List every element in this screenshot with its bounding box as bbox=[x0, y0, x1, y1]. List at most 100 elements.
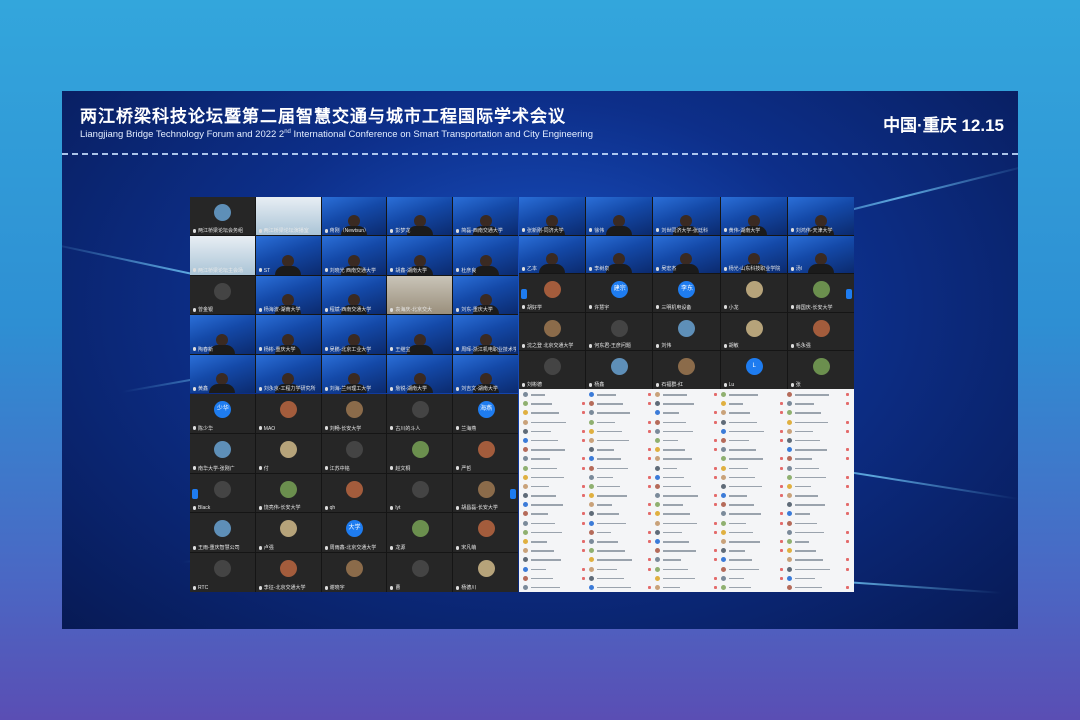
participant-list-row[interactable] bbox=[655, 409, 719, 416]
participant-list-row[interactable] bbox=[787, 455, 851, 462]
video-tile[interactable]: 周晖-浙江机电职业技术学院 bbox=[453, 315, 518, 354]
participant-list-row[interactable] bbox=[589, 474, 653, 481]
participant-list-row[interactable] bbox=[523, 474, 587, 481]
video-tile[interactable]: 曾金银 bbox=[190, 275, 255, 315]
participant-list-row[interactable] bbox=[589, 547, 653, 554]
participant-list-row[interactable] bbox=[721, 556, 785, 563]
participant-list-row[interactable] bbox=[787, 391, 851, 398]
participant-list-row[interactable] bbox=[655, 446, 719, 453]
participant-list-row[interactable] bbox=[655, 474, 719, 481]
participant-list-row[interactable] bbox=[787, 474, 851, 481]
participant-list-row[interactable] bbox=[523, 566, 587, 573]
video-tile[interactable]: 杨海波-湖南大学 bbox=[255, 275, 321, 315]
video-tile[interactable]: 卢强 bbox=[255, 513, 321, 553]
participant-list-row[interactable] bbox=[787, 428, 851, 435]
participant-list-row[interactable] bbox=[787, 556, 851, 563]
video-tile[interactable]: 詹锐-湖南大学 bbox=[387, 354, 453, 393]
participant-list-row[interactable] bbox=[589, 465, 653, 472]
video-tile[interactable]: 刘畅-长安大学 bbox=[321, 394, 387, 433]
participant-list-row[interactable] bbox=[523, 501, 587, 508]
participant-list-row[interactable] bbox=[523, 492, 587, 499]
participant-list-row[interactable] bbox=[523, 400, 587, 407]
participant-list-row[interactable] bbox=[721, 575, 785, 582]
video-tile[interactable]: 付 bbox=[255, 433, 321, 473]
video-tile[interactable]: 张新刚-同济大学 bbox=[519, 197, 586, 235]
participant-list-row[interactable] bbox=[523, 437, 587, 444]
video-tile[interactable]: 胡昌磊-长安大学 bbox=[453, 473, 518, 513]
participant-list-row[interactable] bbox=[589, 437, 653, 444]
participant-list-row[interactable] bbox=[655, 520, 719, 527]
video-tile[interactable]: 古川的斗人 bbox=[387, 394, 453, 433]
participant-list-row[interactable] bbox=[721, 520, 785, 527]
video-tile[interactable]: 小龙 bbox=[720, 274, 787, 312]
participant-list-row[interactable] bbox=[523, 556, 587, 563]
participant-list-row[interactable] bbox=[655, 400, 719, 407]
page-prev-arrow[interactable] bbox=[192, 489, 198, 500]
participant-list-row[interactable] bbox=[721, 474, 785, 481]
participant-list-row[interactable] bbox=[721, 584, 785, 591]
participant-list-row[interactable] bbox=[787, 483, 851, 490]
video-tile[interactable]: 陶春新 bbox=[190, 315, 255, 354]
video-tile[interactable]: 刘东-重庆大学 bbox=[453, 275, 518, 315]
participant-list-row[interactable] bbox=[655, 566, 719, 573]
participant-list-row[interactable] bbox=[787, 419, 851, 426]
participant-list-row[interactable] bbox=[655, 575, 719, 582]
video-tile[interactable]: 建宗 许慧宇 bbox=[586, 274, 653, 312]
participant-list-row[interactable] bbox=[655, 538, 719, 545]
video-tile[interactable]: 李征-北京交通大学 bbox=[255, 553, 321, 592]
video-tile[interactable]: 饶亮伟-长安大学 bbox=[255, 473, 321, 513]
video-tile[interactable]: ST bbox=[255, 236, 321, 275]
participant-list-row[interactable] bbox=[523, 584, 587, 591]
video-tile[interactable]: RTC bbox=[190, 553, 255, 592]
video-tile[interactable]: 吴鹏-北京工业大学 bbox=[321, 315, 387, 354]
video-tile[interactable]: 李树泉 bbox=[586, 235, 653, 274]
participant-list-row[interactable] bbox=[655, 419, 719, 426]
participant-list-row[interactable] bbox=[721, 566, 785, 573]
video-tile[interactable]: qh bbox=[321, 473, 387, 513]
participant-list-row[interactable] bbox=[655, 510, 719, 517]
video-tile[interactable]: 少华 陈少华 bbox=[190, 394, 255, 433]
participant-list-row[interactable] bbox=[589, 391, 653, 398]
video-tile[interactable]: 江苏中铭 bbox=[321, 433, 387, 473]
video-tile[interactable]: 薛国庆-长安大学 bbox=[787, 274, 854, 312]
page-prev-arrow[interactable] bbox=[521, 289, 527, 300]
participant-list-row[interactable] bbox=[721, 437, 785, 444]
video-tile[interactable]: 何东君-王彦问题 bbox=[586, 312, 653, 351]
video-tile[interactable]: 吴宏杰 bbox=[653, 235, 720, 274]
participant-list-row[interactable] bbox=[655, 556, 719, 563]
participant-list-row[interactable] bbox=[721, 428, 785, 435]
video-tile[interactable]: 杨鑫 bbox=[586, 351, 653, 389]
video-tile[interactable]: 汤l bbox=[787, 235, 854, 274]
video-tile[interactable]: L Lu bbox=[720, 351, 787, 389]
participant-list-row[interactable] bbox=[721, 510, 785, 517]
participant-list-row[interactable] bbox=[589, 455, 653, 462]
participant-list-row[interactable] bbox=[721, 465, 785, 472]
video-tile[interactable]: 蒋刚（Newtsun） bbox=[321, 197, 387, 236]
video-tile[interactable]: 海燕 兰海燕 bbox=[453, 394, 518, 433]
participant-list-row[interactable] bbox=[523, 538, 587, 545]
participant-list-row[interactable] bbox=[787, 575, 851, 582]
video-tile[interactable]: 南华大学-张刚广 bbox=[190, 433, 255, 473]
participant-list-row[interactable] bbox=[523, 455, 587, 462]
participant-list-row[interactable] bbox=[721, 419, 785, 426]
participant-list-row[interactable] bbox=[589, 409, 653, 416]
participant-list-row[interactable] bbox=[787, 465, 851, 472]
participant-list-row[interactable] bbox=[721, 446, 785, 453]
participant-list-row[interactable] bbox=[589, 575, 653, 582]
participant-list-row[interactable] bbox=[787, 400, 851, 407]
video-tile[interactable]: 赵文桐 bbox=[387, 433, 453, 473]
video-tile[interactable]: 张 bbox=[787, 351, 854, 389]
video-tile[interactable]: 杨光-山东科技职业学院 bbox=[720, 235, 787, 274]
participant-list-row[interactable] bbox=[787, 538, 851, 545]
participant-list-row[interactable] bbox=[721, 391, 785, 398]
video-tile[interactable]: 刘鸿伟-天津大学 bbox=[787, 197, 854, 235]
video-tile[interactable]: 刘彬德 bbox=[519, 351, 586, 389]
participant-list-row[interactable] bbox=[655, 492, 719, 499]
participant-list-row[interactable] bbox=[655, 584, 719, 591]
video-tile[interactable]: 彭梦龙 bbox=[387, 197, 453, 236]
video-tile[interactable]: 程斌-西南交通大学 bbox=[321, 275, 387, 315]
video-tile[interactable]: 胡好学 bbox=[519, 274, 586, 312]
participant-list-row[interactable] bbox=[655, 428, 719, 435]
video-tile[interactable]: 黄鑫 bbox=[190, 354, 255, 393]
participant-list-row[interactable] bbox=[523, 428, 587, 435]
